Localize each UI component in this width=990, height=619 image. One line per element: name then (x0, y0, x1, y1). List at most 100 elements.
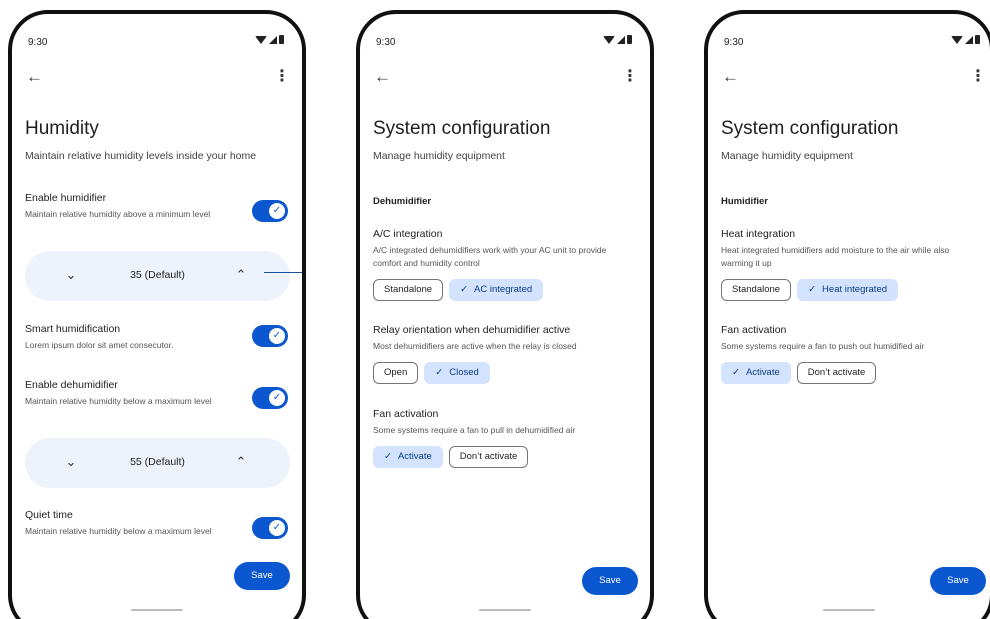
wifi-icon (951, 35, 963, 44)
setting-title: Heat integration (721, 228, 796, 240)
chip-dont-activate[interactable]: Don’t activate (796, 362, 877, 384)
back-arrow-icon[interactable]: ← (374, 67, 394, 87)
relay-orientation-chips: Open ✓ Closed (373, 362, 490, 384)
signal-icon (965, 35, 973, 44)
status-icons (255, 35, 284, 44)
save-button[interactable]: Save (930, 567, 986, 595)
wifi-icon (603, 35, 615, 44)
ac-integration-setting: A/C integration A/C integrated dehumidif… (373, 228, 643, 270)
chip-closed[interactable]: ✓ Closed (424, 362, 490, 384)
setting-description: Maintain relative humidity below a maxim… (25, 396, 212, 406)
gesture-bar (131, 609, 183, 611)
gesture-bar (823, 609, 875, 611)
setting-description: Maintain relative humidity below a maxim… (25, 526, 212, 536)
dehumidifier-config-screen: 9:30 ← ⋮ System configuration Manage hum… (360, 14, 650, 619)
humidifier-config-screen: 9:30 ← ⋮ System configuration Manage hum… (708, 14, 990, 619)
status-icons (603, 35, 632, 44)
chip-ac-integrated[interactable]: ✓ AC integrated (449, 279, 544, 301)
chip-label: Activate (745, 367, 780, 378)
fan-activation-chips: ✓ Activate Don’t activate (721, 362, 877, 384)
dehumidifier-config-phone: 9:30 ← ⋮ System configuration Manage hum… (356, 10, 654, 619)
chip-label: Heat integrated (822, 284, 888, 295)
check-icon: ✓ (269, 390, 285, 406)
enable-humidifier-toggle[interactable]: ✓ (252, 200, 288, 222)
humidity-screen: 9:30 ← ⋮ Humidity Maintain relative humi… (12, 14, 302, 619)
fan-activation-chips: ✓ Activate Don’t activate (373, 446, 529, 468)
section-label: Humidifier (721, 196, 768, 207)
chip-open[interactable]: Open (373, 362, 419, 384)
chip-heat-integrated[interactable]: ✓ Heat integrated (797, 279, 899, 301)
chip-activate[interactable]: ✓ Activate (721, 362, 791, 384)
humidifier-level-stepper: ⌄ 35 (Default) ⌃ (25, 251, 290, 301)
setting-description: Most dehumidifiers are active when the r… (373, 341, 577, 351)
chip-label: AC integrated (474, 284, 533, 295)
page-subtitle: Maintain relative humidity levels inside… (25, 150, 257, 162)
status-time: 9:30 (28, 37, 48, 48)
check-icon: ✓ (732, 367, 740, 378)
check-icon: ✓ (435, 367, 444, 378)
heat-integration-setting: Heat integration Heat integrated humidif… (721, 228, 990, 270)
ac-integration-chips: Standalone ✓ AC integrated (373, 279, 544, 301)
check-icon: ✓ (808, 284, 817, 295)
save-button[interactable]: Save (234, 562, 290, 590)
status-icons (951, 35, 980, 44)
save-button[interactable]: Save (582, 567, 638, 595)
setting-description: Maintain relative humidity above a minim… (25, 209, 211, 219)
humidity-phone: 9:30 ← ⋮ Humidity Maintain relative humi… (8, 10, 306, 619)
chevron-up-icon[interactable]: ⌃ (231, 452, 251, 472)
quiet-time-toggle[interactable]: ✓ (252, 517, 288, 539)
gesture-bar (479, 609, 531, 611)
chip-label: Don’t activate (807, 367, 866, 378)
setting-title: Relay orientation when dehumidifier acti… (373, 324, 571, 336)
page-subtitle: Manage humidity equipment (373, 150, 505, 162)
heat-integration-chips: Standalone ✓ Heat integrated (721, 279, 899, 301)
page-subtitle: Manage humidity equipment (721, 150, 853, 162)
smart-humidification-toggle[interactable]: ✓ (252, 325, 288, 347)
chip-label: Open (384, 367, 408, 378)
page-title: System configuration (373, 118, 551, 139)
more-options-icon[interactable]: ⋮ (274, 67, 290, 87)
setting-title: Fan activation (373, 408, 439, 420)
battery-icon (975, 35, 980, 44)
setting-description: Some systems require a fan to push out h… (721, 341, 925, 351)
chip-standalone[interactable]: Standalone (373, 279, 444, 301)
check-icon: ✓ (269, 203, 285, 219)
dehumidifier-level-stepper: ⌄ 55 (Default) ⌃ (25, 438, 290, 488)
chip-label: Activate (397, 451, 432, 462)
signal-icon (617, 35, 625, 44)
chip-standalone[interactable]: Standalone (721, 279, 792, 301)
chevron-up-icon[interactable]: ⌃ (231, 265, 251, 285)
page-title: System configuration (721, 118, 899, 139)
setting-description: A/C integrated dehumidifiers work with y… (373, 245, 607, 268)
check-icon: ✓ (384, 451, 392, 462)
setting-title: Fan activation (721, 324, 787, 336)
chip-label: Closed (449, 367, 479, 378)
section-label: Dehumidifier (373, 196, 432, 207)
chip-label: Standalone (732, 284, 781, 295)
humidifier-config-phone: 9:30 ← ⋮ System configuration Manage hum… (704, 10, 990, 619)
more-options-icon[interactable]: ⋮ (970, 67, 986, 87)
setting-title: A/C integration (373, 228, 443, 240)
chip-label: Don’t activate (459, 451, 518, 462)
setting-description: Lorem ipsum dolor sit amet consecutor. (25, 340, 174, 350)
enable-dehumidifier-toggle[interactable]: ✓ (252, 387, 288, 409)
chip-label: Standalone (384, 284, 433, 295)
wifi-icon (255, 35, 267, 44)
setting-description: Some systems require a fan to pull in de… (373, 425, 576, 435)
chip-dont-activate[interactable]: Don’t activate (448, 446, 529, 468)
relay-orientation-setting: Relay orientation when dehumidifier acti… (373, 324, 643, 353)
page-title: Humidity (25, 118, 99, 139)
check-icon: ✓ (460, 284, 469, 295)
chip-activate[interactable]: ✓ Activate (373, 446, 443, 468)
check-icon: ✓ (269, 520, 285, 536)
more-options-icon[interactable]: ⋮ (622, 67, 638, 87)
signal-icon (269, 35, 277, 44)
check-icon: ✓ (269, 328, 285, 344)
back-arrow-icon[interactable]: ← (722, 67, 742, 87)
back-arrow-icon[interactable]: ← (26, 67, 46, 87)
fan-activation-setting: Fan activation Some systems require a fa… (373, 408, 643, 437)
battery-icon (627, 35, 632, 44)
battery-icon (279, 35, 284, 44)
status-time: 9:30 (724, 37, 744, 48)
status-time: 9:30 (376, 37, 396, 48)
